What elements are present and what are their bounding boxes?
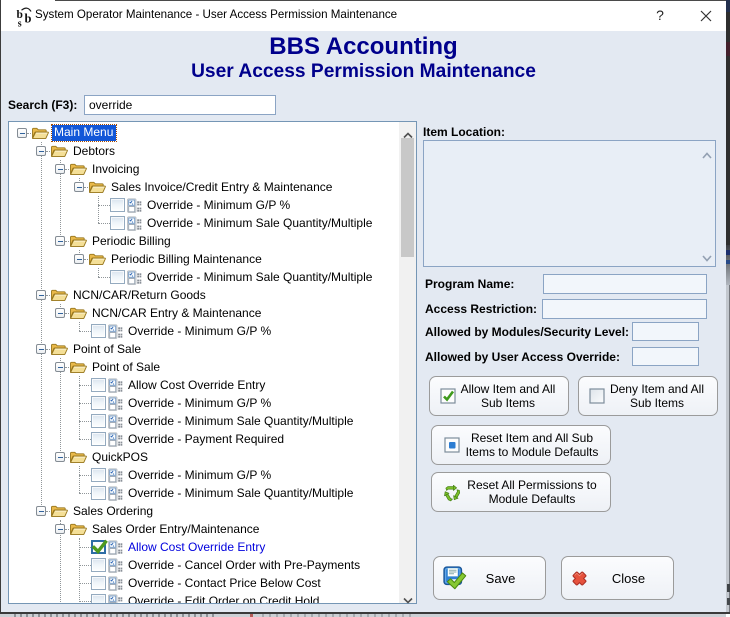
svg-text:b: b (25, 12, 32, 26)
svg-text:s: s (18, 19, 22, 28)
